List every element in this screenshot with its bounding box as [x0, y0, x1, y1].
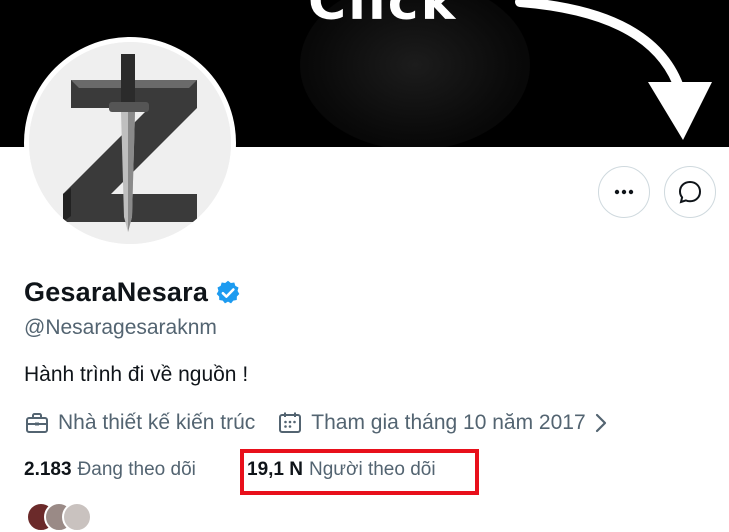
calendar-icon — [279, 412, 302, 433]
following-count: 2.183 — [24, 459, 72, 480]
follow-stats: 2.183 Đang theo dõi 19,1 N Người theo dõ… — [24, 459, 436, 481]
chevron-right-icon[interactable] — [594, 412, 608, 434]
user-handle: @Nesaragesaraknm — [24, 316, 217, 339]
display-name: GesaraNesara — [24, 277, 209, 307]
avatar-logo-image — [29, 42, 231, 244]
profile-meta: Nhà thiết kế kiến trúc Tham gia tháng 10… — [24, 410, 616, 436]
name-row: GesaraNesara — [24, 277, 242, 308]
joined-item[interactable]: Tham gia tháng 10 năm 2017 — [277, 410, 615, 436]
followers-highlight-box — [240, 449, 479, 495]
following-link[interactable]: 2.183 Đang theo dõi — [24, 459, 196, 481]
message-bubble-icon — [678, 180, 702, 204]
profession-item: Nhà thiết kế kiến trúc — [24, 410, 255, 436]
more-horizontal-icon — [614, 189, 634, 195]
avatar[interactable] — [29, 42, 231, 244]
banner-arrow-icon — [515, 0, 712, 140]
followed-by-avatars[interactable] — [26, 502, 96, 532]
following-label: Đang theo dõi — [77, 459, 196, 480]
briefcase-icon — [26, 413, 48, 433]
joined-text: Tham gia tháng 10 năm 2017 — [311, 411, 586, 434]
banner-text: Click — [308, 0, 458, 32]
message-button[interactable] — [664, 166, 716, 218]
profession-text: Nhà thiết kế kiến trúc — [58, 411, 256, 434]
avatar-frame[interactable] — [24, 37, 236, 249]
bio-text: Hành trình đi về nguồn ! — [24, 363, 249, 386]
more-options-button[interactable] — [598, 166, 650, 218]
follower-avatar — [62, 502, 92, 532]
verified-badge-icon[interactable] — [214, 279, 242, 307]
